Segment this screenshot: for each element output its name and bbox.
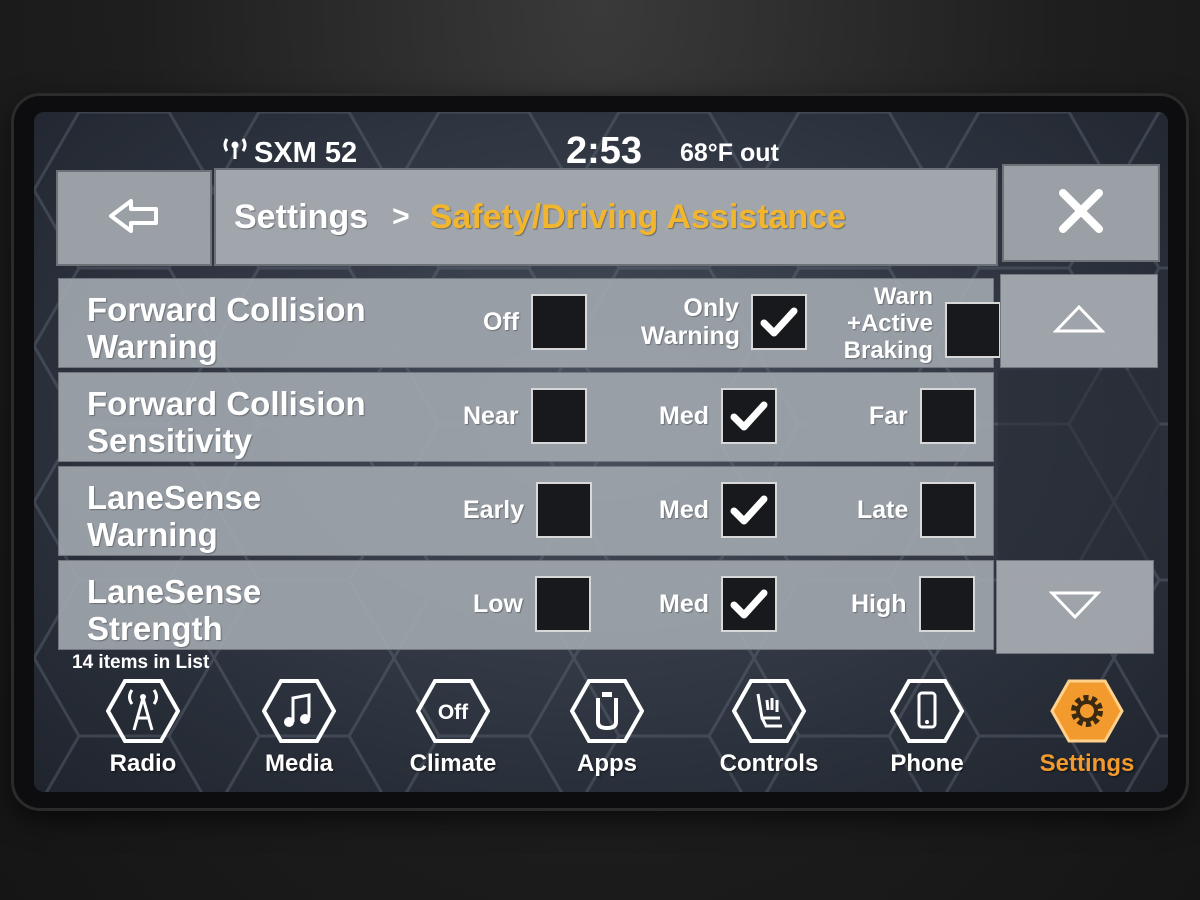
option-off[interactable]: Off	[483, 294, 588, 350]
option-label: Low	[473, 590, 523, 618]
checkbox-checked[interactable]	[751, 294, 807, 350]
apps-icon	[570, 678, 644, 744]
nav-radio[interactable]: Radio	[78, 678, 208, 778]
radio-status[interactable]: SXM 52	[222, 136, 357, 170]
option-late[interactable]: Late	[857, 482, 977, 538]
triangle-down-icon	[1048, 590, 1102, 625]
option-early[interactable]: Early	[463, 482, 593, 538]
nav-label: Media	[264, 750, 333, 777]
option-med[interactable]: Med	[659, 482, 777, 538]
triangle-up-icon	[1052, 304, 1106, 339]
option-label: Late	[857, 496, 909, 524]
setting-label: Forward Collision Sensitivity	[87, 385, 366, 459]
option-med[interactable]: Med	[659, 576, 777, 632]
nav-media[interactable]: Media	[234, 678, 364, 778]
svg-text:Off: Off	[438, 701, 469, 724]
nav-label: Settings	[1039, 750, 1135, 777]
option-med[interactable]: Med	[659, 388, 777, 444]
nav-controls[interactable]: Controls	[704, 678, 834, 778]
checkbox[interactable]	[530, 388, 587, 444]
option-label: High	[851, 590, 907, 618]
nav-apps[interactable]: Apps	[542, 678, 672, 778]
checkbox-checked[interactable]	[721, 482, 777, 538]
checkmark-icon	[730, 589, 768, 619]
satellite-signal-icon	[222, 136, 252, 170]
infotainment-screen: SXM 52 2:53 68°F out Settings > Safety/D…	[34, 112, 1168, 792]
option-label: Near	[463, 402, 519, 430]
breadcrumb: Settings > Safety/Driving Assistance	[214, 168, 998, 266]
nav-label: Radio	[109, 750, 177, 777]
checkbox[interactable]	[536, 482, 593, 538]
nav-label: Phone	[890, 750, 964, 777]
nav-phone[interactable]: Phone	[862, 678, 992, 778]
gear-icon	[1050, 678, 1124, 744]
option-label: Med	[659, 496, 709, 524]
option-high[interactable]: High	[851, 576, 975, 632]
option-near[interactable]: Near	[463, 388, 587, 444]
radio-station-label: SXM 52	[254, 136, 358, 169]
option-label: Only Warning	[641, 294, 741, 350]
seat-controls-icon	[732, 678, 806, 744]
checkbox[interactable]	[945, 301, 1001, 358]
climate-off-icon: Off	[416, 678, 490, 744]
checkbox-checked[interactable]	[721, 576, 777, 632]
checkbox[interactable]	[531, 294, 588, 350]
checkbox[interactable]	[918, 576, 975, 632]
checkbox[interactable]	[919, 388, 976, 444]
nav-label: Controls	[719, 750, 819, 777]
close-button[interactable]	[1002, 164, 1160, 262]
phone-icon	[890, 678, 964, 744]
scroll-up-button[interactable]	[1000, 274, 1158, 368]
setting-row-lanesense-warning: LaneSense Warning Early Med Late	[58, 466, 994, 556]
setting-row-forward-collision-warning: Forward Collision Warning Off Only Warnin…	[58, 278, 1001, 368]
setting-label: Forward Collision Warning	[87, 291, 366, 365]
status-bar: SXM 52 2:53 68°F out	[34, 130, 1168, 172]
scroll-down-button[interactable]	[996, 560, 1154, 654]
option-label: Early	[463, 496, 525, 524]
back-button[interactable]	[56, 170, 212, 266]
setting-label: LaneSense Strength	[87, 573, 262, 647]
list-item-count: 14 items in List	[72, 652, 210, 673]
bottom-nav: Radio Media Off Climate Apps Controls Ph…	[34, 678, 1168, 790]
option-label: Far	[869, 402, 908, 430]
option-warn-active-braking[interactable]: Warn +Active Braking	[841, 283, 1001, 364]
setting-label: LaneSense Warning	[87, 479, 262, 553]
clock: 2:53	[566, 130, 643, 172]
breadcrumb-separator: >	[392, 200, 410, 233]
nav-label: Apps	[577, 750, 637, 777]
outside-temperature: 68°F out	[680, 139, 779, 167]
option-label: Warn +Active Braking	[843, 283, 933, 364]
checkbox[interactable]	[920, 482, 977, 538]
setting-row-forward-collision-sensitivity: Forward Collision Sensitivity Near Med Fa…	[58, 372, 994, 462]
scroll-track[interactable]	[998, 370, 1160, 560]
option-label: Off	[483, 308, 520, 336]
nav-label: Climate	[409, 750, 497, 777]
checkmark-icon	[730, 495, 768, 525]
close-icon	[1058, 188, 1104, 239]
option-label: Med	[659, 590, 709, 618]
nav-settings[interactable]: Settings	[1022, 678, 1152, 778]
checkmark-icon	[730, 401, 768, 431]
nav-climate[interactable]: Off Climate	[388, 678, 518, 778]
checkbox-checked[interactable]	[721, 388, 777, 444]
checkbox[interactable]	[535, 576, 591, 632]
back-arrow-icon	[109, 198, 159, 239]
setting-row-lanesense-strength: LaneSense Strength Low Med High	[58, 560, 994, 650]
option-only-warning[interactable]: Only Warning	[641, 294, 807, 350]
checkmark-icon	[760, 307, 798, 337]
breadcrumb-settings[interactable]: Settings	[234, 198, 368, 237]
option-low[interactable]: Low	[473, 576, 591, 632]
option-far[interactable]: Far	[869, 388, 976, 444]
option-label: Med	[659, 402, 709, 430]
page-title: Safety/Driving Assistance	[429, 197, 847, 236]
music-note-icon	[262, 678, 336, 744]
radio-tower-icon	[106, 678, 180, 744]
